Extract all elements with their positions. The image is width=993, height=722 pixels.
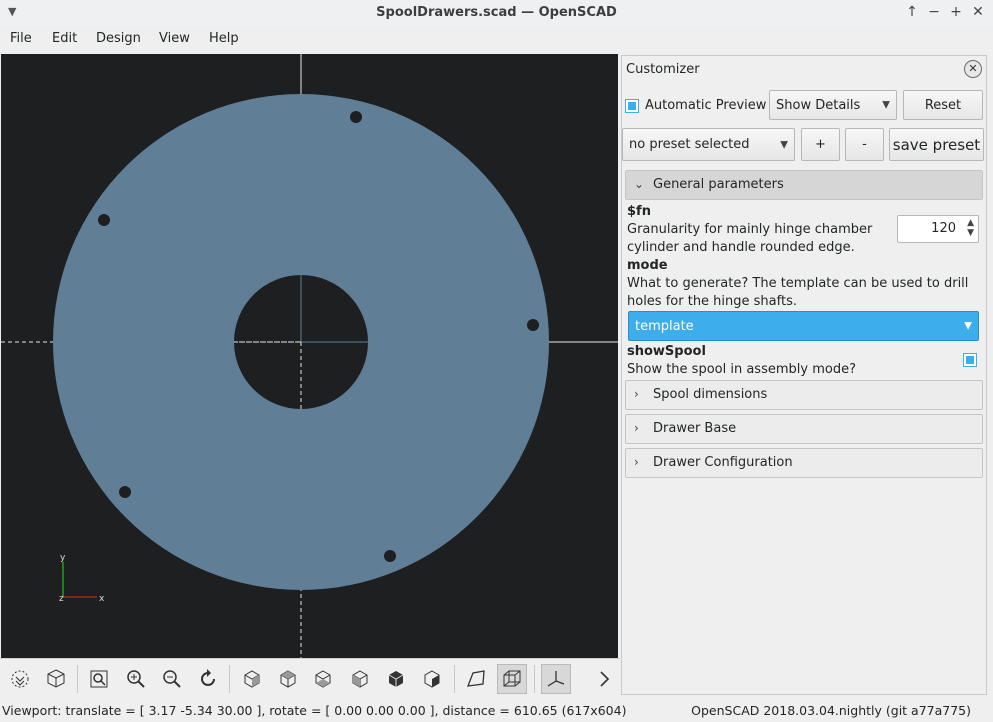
minimize-icon[interactable]: − <box>925 3 943 21</box>
save-preset-button[interactable]: save preset <box>889 128 984 161</box>
chevron-right-icon: › <box>634 387 639 401</box>
section-general-parameters[interactable]: ⌄ General parameters <box>625 170 983 200</box>
hinge-hole <box>384 550 396 562</box>
hinge-hole <box>527 319 539 331</box>
zoom-in-icon[interactable] <box>121 664 151 694</box>
param-showspool-desc: Show the spool in assembly mode? <box>627 362 856 377</box>
param-mode-desc: What to generate? The template can be us… <box>627 276 969 309</box>
param-fn-name: $fn <box>627 204 651 219</box>
menu-file[interactable]: File <box>10 31 32 46</box>
version-status: OpenSCAD 2018.03.04.nightly (git a77a775… <box>691 703 971 718</box>
mode-select[interactable]: template ▼ <box>628 311 979 341</box>
view-right-icon[interactable] <box>237 664 267 694</box>
automatic-preview-checkbox[interactable] <box>625 99 639 113</box>
fn-value: 120 <box>931 221 956 236</box>
chevron-down-icon: ▼ <box>882 99 890 111</box>
title-bar: ▼ SpoolDrawers.scad — OpenSCAD ↑ − + ✕ <box>0 0 993 28</box>
toolbar-separator <box>229 665 230 693</box>
remove-preset-button[interactable]: - <box>845 128 884 161</box>
chevron-right-icon: › <box>634 421 639 435</box>
customizer-title: Customizer <box>626 62 700 77</box>
status-bar: Viewport: translate = [ 3.17 -5.34 30.00… <box>0 700 993 722</box>
reset-button[interactable]: Reset <box>903 90 983 120</box>
maximize-icon[interactable]: + <box>947 3 965 21</box>
hinge-hole <box>119 486 131 498</box>
show-axes-icon[interactable] <box>541 664 571 694</box>
view-bottom-icon[interactable] <box>308 664 338 694</box>
mode-value: template <box>635 318 694 334</box>
preview-icon[interactable] <box>5 664 35 694</box>
param-mode-name: mode <box>627 258 668 273</box>
preset-value: no preset selected <box>629 137 750 152</box>
param-fn-desc: Granularity for mainly hinge chamber cyl… <box>627 222 873 255</box>
orthogonal-icon[interactable] <box>497 664 527 694</box>
3d-viewport[interactable]: y x z <box>1 54 618 658</box>
param-showspool-name: showSpool <box>627 344 706 359</box>
section-drawer-base[interactable]: › Drawer Base <box>625 414 983 444</box>
axis-label-y: y <box>60 553 66 563</box>
close-panel-icon[interactable]: ✕ <box>964 60 982 78</box>
automatic-preview-label: Automatic Preview <box>645 98 767 113</box>
hinge-hole <box>98 214 110 226</box>
zoom-out-icon[interactable] <box>157 664 187 694</box>
customizer-panel: Customizer ✕ Automatic Preview Show Deta… <box>621 55 987 695</box>
close-icon[interactable]: ✕ <box>969 3 987 21</box>
view-left-icon[interactable] <box>345 664 375 694</box>
view-top-icon[interactable] <box>273 664 303 694</box>
menu-bar: File Edit Design View Help <box>0 27 993 53</box>
chevron-down-icon: ⌄ <box>634 177 645 191</box>
chevron-down-icon: ▼ <box>964 320 972 332</box>
window-title: SpoolDrawers.scad — OpenSCAD <box>376 5 617 20</box>
reset-view-icon[interactable] <box>193 664 223 694</box>
add-preset-button[interactable]: + <box>801 128 840 161</box>
more-icon[interactable] <box>589 664 619 694</box>
render-icon[interactable] <box>41 664 71 694</box>
menu-edit[interactable]: Edit <box>52 31 77 46</box>
perspective-icon[interactable] <box>461 664 491 694</box>
section-spool-dimensions[interactable]: › Spool dimensions <box>625 380 983 410</box>
menu-help[interactable]: Help <box>209 31 239 46</box>
axis-label-x: x <box>99 594 105 604</box>
axis-label-z: z <box>59 594 64 604</box>
view-front-icon[interactable] <box>381 664 411 694</box>
toolbar-separator <box>454 665 455 693</box>
section-label: General parameters <box>653 177 784 192</box>
axes-indicator: y x z <box>59 553 105 604</box>
toolbar-separator <box>534 665 535 693</box>
section-label: Drawer Base <box>653 421 737 436</box>
show-details-value: Show Details <box>776 97 861 113</box>
section-drawer-configuration[interactable]: › Drawer Configuration <box>625 448 983 478</box>
show-details-select[interactable]: Show Details ▼ <box>769 90 897 120</box>
section-label: Drawer Configuration <box>653 455 793 470</box>
view-back-icon[interactable] <box>417 664 447 694</box>
keep-above-icon[interactable]: ↑ <box>903 3 921 21</box>
chevron-right-icon: › <box>634 455 639 469</box>
toolbar-separator <box>77 665 78 693</box>
menu-design[interactable]: Design <box>96 31 141 46</box>
viewport-status: Viewport: translate = [ 3.17 -5.34 30.00… <box>2 703 627 718</box>
spin-arrows-icon[interactable]: ▲ ▼ <box>967 218 974 238</box>
fn-spinbox[interactable]: 120 ▲ ▼ <box>897 215 979 243</box>
chevron-down-icon: ▼ <box>780 139 788 150</box>
preset-select[interactable]: no preset selected ▼ <box>622 128 795 161</box>
view-all-icon[interactable] <box>84 664 114 694</box>
section-label: Spool dimensions <box>653 387 768 402</box>
menu-view[interactable]: View <box>159 31 190 46</box>
hinge-hole <box>350 111 362 123</box>
showspool-checkbox[interactable] <box>963 353 977 367</box>
view-toolbar <box>0 658 620 699</box>
